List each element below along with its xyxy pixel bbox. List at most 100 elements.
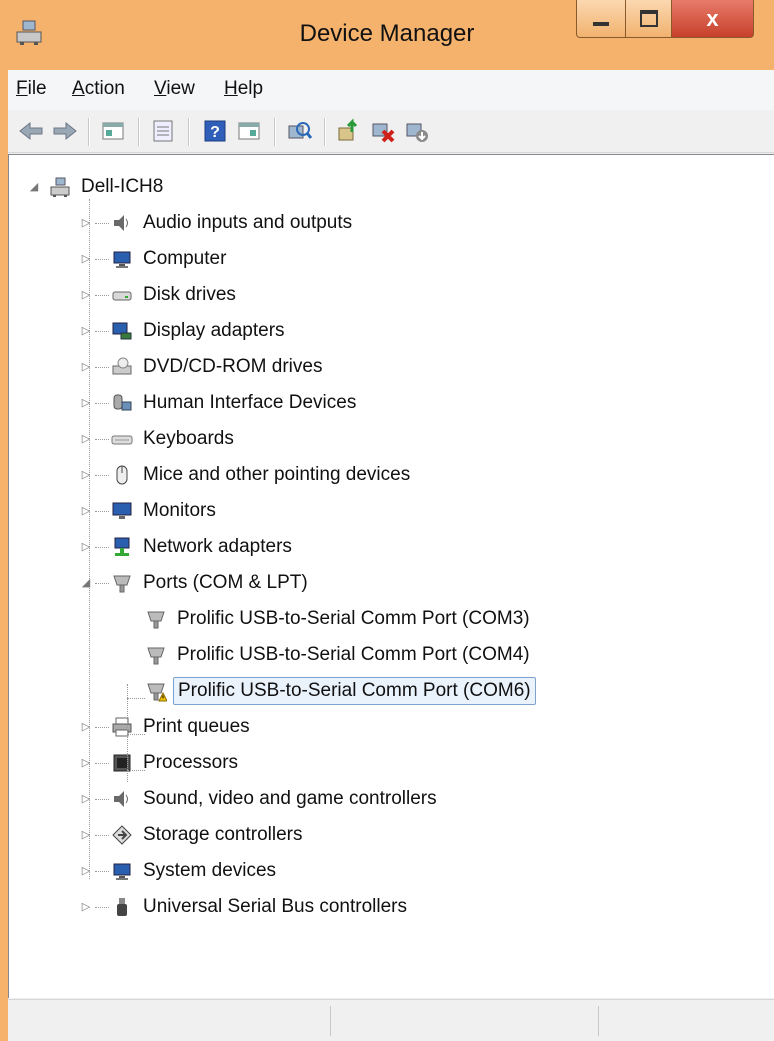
title-bar[interactable]: Device Manager x	[0, 0, 774, 70]
toolbar-separator	[324, 118, 326, 146]
computer-icon	[113, 251, 131, 268]
device-manager-window: Device Manager x File Action View Help ?…	[0, 0, 774, 1041]
disk-drive-icon	[112, 291, 132, 301]
update-driver-icon[interactable]	[336, 118, 362, 144]
tree-category[interactable]: ▷ Monitors	[82, 495, 220, 527]
tree-category-label: Audio inputs and outputs	[143, 212, 353, 233]
tree-device-label: Prolific USB-to-Serial Comm Port (COM3)	[177, 608, 530, 629]
tree-category-label: Network adapters	[143, 536, 292, 557]
tree-category[interactable]: ▷ Display adapters	[82, 315, 289, 347]
status-pane-divider	[598, 1006, 599, 1036]
computer-icon	[113, 863, 131, 880]
expand-triangle-icon[interactable]: ▷	[79, 756, 93, 769]
tree-category[interactable]: ▷ Sound, video and game controllers	[82, 783, 441, 815]
expand-triangle-icon[interactable]: ▷	[79, 396, 93, 409]
expand-triangle-icon[interactable]: ▷	[79, 324, 93, 337]
tree-device[interactable]: Prolific USB-to-Serial Comm Port (COM4)	[145, 639, 534, 671]
tree-category-label: Storage controllers	[143, 824, 303, 845]
tree-category-label: Processors	[143, 752, 239, 773]
menu-bar: File Action View Help	[8, 70, 774, 110]
tree-root[interactable]: ◢ Dell-ICH8	[27, 171, 167, 203]
menu-view[interactable]: View	[154, 78, 195, 100]
tree-category-label: Universal Serial Bus controllers	[143, 896, 407, 917]
status-pane-divider	[330, 1006, 331, 1036]
properties-icon[interactable]	[150, 118, 176, 144]
device-tree[interactable]: ◢ Dell-ICH8 ▷ Audio inputs and outputs ▷ Co…	[8, 154, 774, 998]
forward-arrow-icon[interactable]	[52, 118, 78, 144]
collapse-triangle-icon[interactable]: ◢	[79, 576, 93, 589]
tree-category-label: Sound, video and game controllers	[143, 788, 437, 809]
port-icon	[113, 575, 131, 593]
maximize-icon	[639, 10, 658, 27]
tree-category[interactable]: ▷ Universal Serial Bus controllers	[82, 891, 411, 923]
tree-device[interactable]: Prolific USB-to-Serial Comm Port (COM3)	[145, 603, 534, 635]
tree-category[interactable]: ▷ Audio inputs and outputs	[82, 207, 356, 239]
expand-triangle-icon[interactable]: ▷	[79, 828, 93, 841]
tree-category[interactable]: ▷ Network adapters	[82, 531, 296, 563]
show-action-pane-icon[interactable]	[236, 118, 262, 144]
expand-triangle-icon[interactable]: ▷	[79, 468, 93, 481]
tree-category-label: Computer	[143, 248, 227, 269]
port-warning-icon	[147, 683, 167, 702]
toolbar-separator	[88, 118, 90, 146]
expand-triangle-icon[interactable]: ▷	[79, 720, 93, 733]
expand-triangle-icon[interactable]: ▷	[79, 360, 93, 373]
expand-triangle-icon[interactable]: ▷	[79, 540, 93, 553]
tree-category-label: Human Interface Devices	[143, 392, 357, 413]
collapse-triangle-icon[interactable]: ◢	[27, 180, 41, 193]
expand-triangle-icon[interactable]: ▷	[79, 288, 93, 301]
menu-file[interactable]: File	[16, 78, 47, 100]
help-icon[interactable]: ?	[202, 118, 228, 144]
mouse-icon	[116, 465, 128, 485]
tree-connector	[127, 734, 145, 735]
maximize-button[interactable]	[626, 0, 672, 38]
tree-category[interactable]: ▷ Storage controllers	[82, 819, 306, 851]
tree-category-label: Ports (COM & LPT)	[143, 572, 308, 593]
show-hide-console-tree-icon[interactable]	[100, 118, 126, 144]
uninstall-device-icon[interactable]	[370, 118, 396, 144]
tree-category[interactable]: ▷ Disk drives	[82, 279, 240, 311]
tree-category[interactable]: ▷ Print queues	[82, 711, 254, 743]
keyboard-icon	[111, 435, 133, 445]
tree-category[interactable]: ▷ Processors	[82, 747, 242, 779]
tree-category[interactable]: ▷ Keyboards	[82, 423, 238, 455]
tree-device[interactable]: Prolific USB-to-Serial Comm Port (COM6)	[145, 675, 536, 707]
expand-triangle-icon[interactable]: ▷	[79, 432, 93, 445]
tree-root-label: Dell-ICH8	[81, 176, 164, 197]
speaker-icon	[114, 215, 128, 231]
usb-icon	[117, 898, 127, 916]
expand-triangle-icon[interactable]: ▷	[79, 504, 93, 517]
close-button[interactable]: x	[672, 0, 754, 38]
speaker-icon	[114, 791, 128, 807]
menu-help[interactable]: Help	[224, 78, 263, 100]
expand-triangle-icon[interactable]: ▷	[79, 864, 93, 877]
tree-category-label: Monitors	[143, 500, 216, 521]
menu-action[interactable]: Action	[72, 78, 125, 100]
tree-category[interactable]: ▷ System devices	[82, 855, 280, 887]
tree-category[interactable]: ▷ DVD/CD-ROM drives	[82, 351, 326, 383]
scan-hardware-icon[interactable]	[286, 118, 312, 144]
storage-controller-icon	[112, 825, 132, 845]
tree-category-label: Disk drives	[143, 284, 236, 305]
minimize-button[interactable]	[576, 0, 626, 38]
dvd-drive-icon	[112, 357, 132, 375]
expand-triangle-icon[interactable]: ▷	[79, 792, 93, 805]
display-adapter-icon	[112, 322, 132, 340]
tree-category-label: Keyboards	[143, 428, 234, 449]
tree-category[interactable]: ◢ Ports (COM & LPT)	[82, 567, 312, 599]
tree-category[interactable]: ▷ Computer	[82, 243, 230, 275]
status-bar	[8, 999, 774, 1041]
hid-icon	[113, 394, 132, 411]
expand-triangle-icon[interactable]: ▷	[79, 900, 93, 913]
disable-device-icon[interactable]	[404, 118, 430, 144]
client-area: File Action View Help ? ◢ Dell-ICH8 ▷ Au…	[8, 70, 774, 1041]
expand-triangle-icon[interactable]: ▷	[79, 216, 93, 229]
tree-connector	[127, 698, 145, 699]
port-icon	[147, 647, 165, 665]
monitor-icon	[112, 502, 132, 519]
tree-category[interactable]: ▷ Mice and other pointing devices	[82, 459, 414, 491]
expand-triangle-icon[interactable]: ▷	[79, 252, 93, 265]
close-icon: x	[706, 5, 719, 31]
tree-category[interactable]: ▷ Human Interface Devices	[82, 387, 360, 419]
back-arrow-icon[interactable]	[18, 118, 44, 144]
